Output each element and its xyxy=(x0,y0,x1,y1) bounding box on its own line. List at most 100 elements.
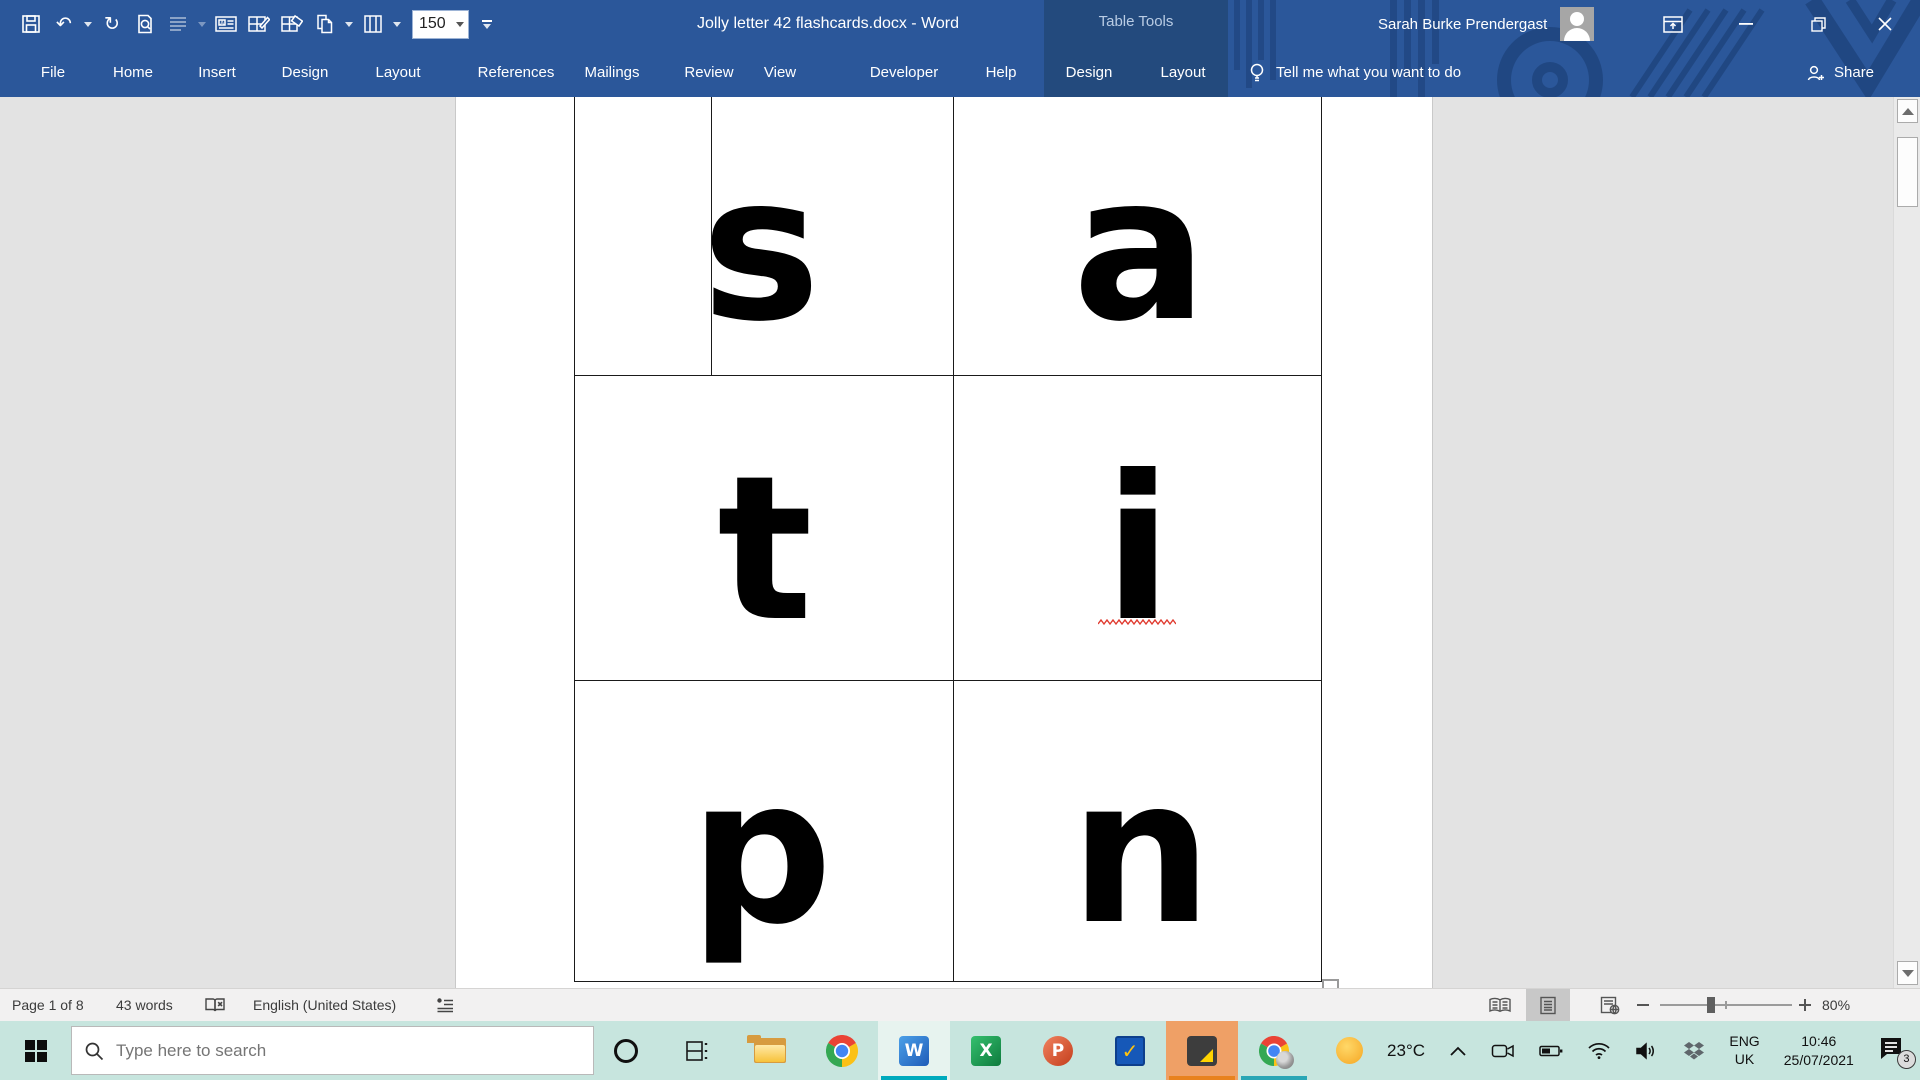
tab-help[interactable]: Help xyxy=(986,48,1017,97)
macro-recording-icon[interactable] xyxy=(436,989,454,1021)
tab-table-tools-design[interactable]: Design xyxy=(1066,48,1113,97)
account-name[interactable]: Sarah Burke Prendergast xyxy=(1378,16,1547,33)
tab-design[interactable]: Design xyxy=(282,48,329,97)
search-input[interactable] xyxy=(116,1041,556,1061)
tab-file[interactable]: File xyxy=(41,48,65,97)
battery-icon[interactable] xyxy=(1539,1042,1563,1060)
scroll-up-icon xyxy=(1902,108,1914,115)
wifi-icon[interactable] xyxy=(1587,1042,1611,1060)
notes-app-button[interactable] xyxy=(1166,1021,1238,1080)
table-border-right xyxy=(1321,97,1322,981)
table-eraser-icon[interactable] xyxy=(279,11,305,37)
cortana-button[interactable] xyxy=(590,1021,662,1080)
ribbon-display-options-button[interactable] xyxy=(1650,0,1696,48)
notification-count-badge: 3 xyxy=(1897,1050,1916,1069)
flashcard-letter-p[interactable]: p xyxy=(689,753,832,953)
quick-access-toolbar: ↶ ↻ xyxy=(18,0,492,48)
scrollbar-thumb[interactable] xyxy=(1897,137,1918,207)
chrome-profile-icon xyxy=(1259,1036,1289,1066)
tab-home[interactable]: Home xyxy=(113,48,153,97)
document-page[interactable]: s a t i p n xyxy=(455,97,1433,988)
table-columns-icon[interactable] xyxy=(360,11,386,37)
search-icon xyxy=(84,1041,104,1061)
scroll-up-button[interactable] xyxy=(1897,99,1918,123)
copy-dropdown-icon[interactable] xyxy=(345,22,353,27)
powerpoint-icon: P xyxy=(1043,1036,1073,1066)
word-count[interactable]: 43 words xyxy=(116,989,173,1021)
share-button[interactable]: Share xyxy=(1806,48,1874,97)
table-columns-dropdown-icon[interactable] xyxy=(393,22,401,27)
table-border-left xyxy=(574,97,575,981)
font-size-dropdown-icon[interactable] xyxy=(456,22,464,27)
flashcard-letter-n[interactable]: n xyxy=(1070,753,1212,953)
undo-dropdown-icon[interactable] xyxy=(84,22,92,27)
action-center-button[interactable]: 3 xyxy=(1878,1036,1912,1066)
save-icon[interactable] xyxy=(18,11,44,37)
vertical-scrollbar[interactable] xyxy=(1893,97,1920,988)
word-icon: W xyxy=(899,1036,929,1066)
tell-me-box[interactable]: Tell me what you want to do xyxy=(1248,48,1461,97)
zoom-in-button[interactable] xyxy=(1799,989,1811,1021)
task-view-button[interactable] xyxy=(662,1021,734,1080)
flashcard-letter-t[interactable]: t xyxy=(717,450,813,650)
close-button[interactable] xyxy=(1862,0,1908,48)
tab-review[interactable]: Review xyxy=(684,48,733,97)
tab-insert[interactable]: Insert xyxy=(198,48,236,97)
tab-mailings[interactable]: Mailings xyxy=(584,48,639,97)
profile-avatar xyxy=(1276,1051,1294,1069)
address-block-icon[interactable]: A xyxy=(213,11,239,37)
web-layout-button[interactable] xyxy=(1588,989,1632,1021)
tab-layout[interactable]: Layout xyxy=(375,48,420,97)
scroll-down-icon xyxy=(1902,970,1914,977)
customize-qat-icon[interactable] xyxy=(482,20,492,29)
scroll-down-button[interactable] xyxy=(1897,961,1918,985)
language-indicator[interactable]: English (United States) xyxy=(253,989,396,1021)
language-tray-indicator[interactable]: ENG UK xyxy=(1729,1033,1759,1068)
undo-icon[interactable]: ↶ xyxy=(51,11,77,37)
account-area[interactable]: Sarah Burke Prendergast xyxy=(1378,0,1594,48)
table-resize-handle[interactable] xyxy=(1322,979,1339,988)
draw-table-icon[interactable] xyxy=(246,11,272,37)
powerpoint-taskbar-button[interactable]: P xyxy=(1022,1021,1094,1080)
tab-references[interactable]: References xyxy=(478,48,555,97)
chrome-button[interactable] xyxy=(806,1021,878,1080)
copy-icon[interactable] xyxy=(312,11,338,37)
line-spacing-icon[interactable] xyxy=(165,11,191,37)
print-layout-button[interactable] xyxy=(1526,989,1570,1021)
restore-button[interactable] xyxy=(1795,0,1841,48)
page-indicator[interactable]: Page 1 of 8 xyxy=(12,989,84,1021)
flashcard-letter-a[interactable]: a xyxy=(1073,150,1208,350)
word-taskbar-button[interactable]: W xyxy=(878,1021,950,1080)
zoom-out-button[interactable] xyxy=(1637,989,1649,1021)
tab-view[interactable]: View xyxy=(764,48,796,97)
zoom-slider-thumb[interactable] xyxy=(1707,997,1715,1013)
tray-overflow-chevron-icon[interactable] xyxy=(1449,1045,1467,1057)
avatar[interactable] xyxy=(1560,7,1594,41)
tab-table-tools-layout[interactable]: Layout xyxy=(1160,48,1205,97)
share-person-icon xyxy=(1806,64,1826,82)
meet-now-camera-icon[interactable] xyxy=(1491,1042,1515,1060)
excel-taskbar-button[interactable]: X xyxy=(950,1021,1022,1080)
font-size-box[interactable] xyxy=(412,10,469,39)
dropbox-icon[interactable] xyxy=(1683,1041,1705,1061)
taskbar-search[interactable] xyxy=(71,1026,594,1075)
minimize-button[interactable] xyxy=(1723,0,1769,48)
flashcard-letter-s[interactable]: s xyxy=(701,150,820,350)
line-spacing-dropdown-icon[interactable] xyxy=(198,22,206,27)
read-mode-button[interactable] xyxy=(1478,989,1522,1021)
volume-icon[interactable] xyxy=(1635,1042,1659,1060)
weather-sun-icon[interactable] xyxy=(1336,1037,1363,1064)
check-app-button[interactable]: ✓ xyxy=(1094,1021,1166,1080)
zoom-level[interactable]: 80% xyxy=(1822,989,1850,1021)
chrome-profile-button[interactable] xyxy=(1238,1021,1310,1080)
print-preview-icon[interactable] xyxy=(132,11,158,37)
tab-developer[interactable]: Developer xyxy=(870,48,938,97)
clock[interactable]: 10:46 25/07/2021 xyxy=(1784,1032,1854,1068)
redo-icon[interactable]: ↻ xyxy=(99,11,125,37)
table-column-divider xyxy=(953,97,954,981)
start-button[interactable] xyxy=(12,1021,60,1080)
font-size-input[interactable] xyxy=(419,15,453,33)
proofing-errors-icon[interactable] xyxy=(204,989,226,1021)
temperature[interactable]: 23°C xyxy=(1387,1041,1425,1061)
file-explorer-button[interactable] xyxy=(734,1021,806,1080)
